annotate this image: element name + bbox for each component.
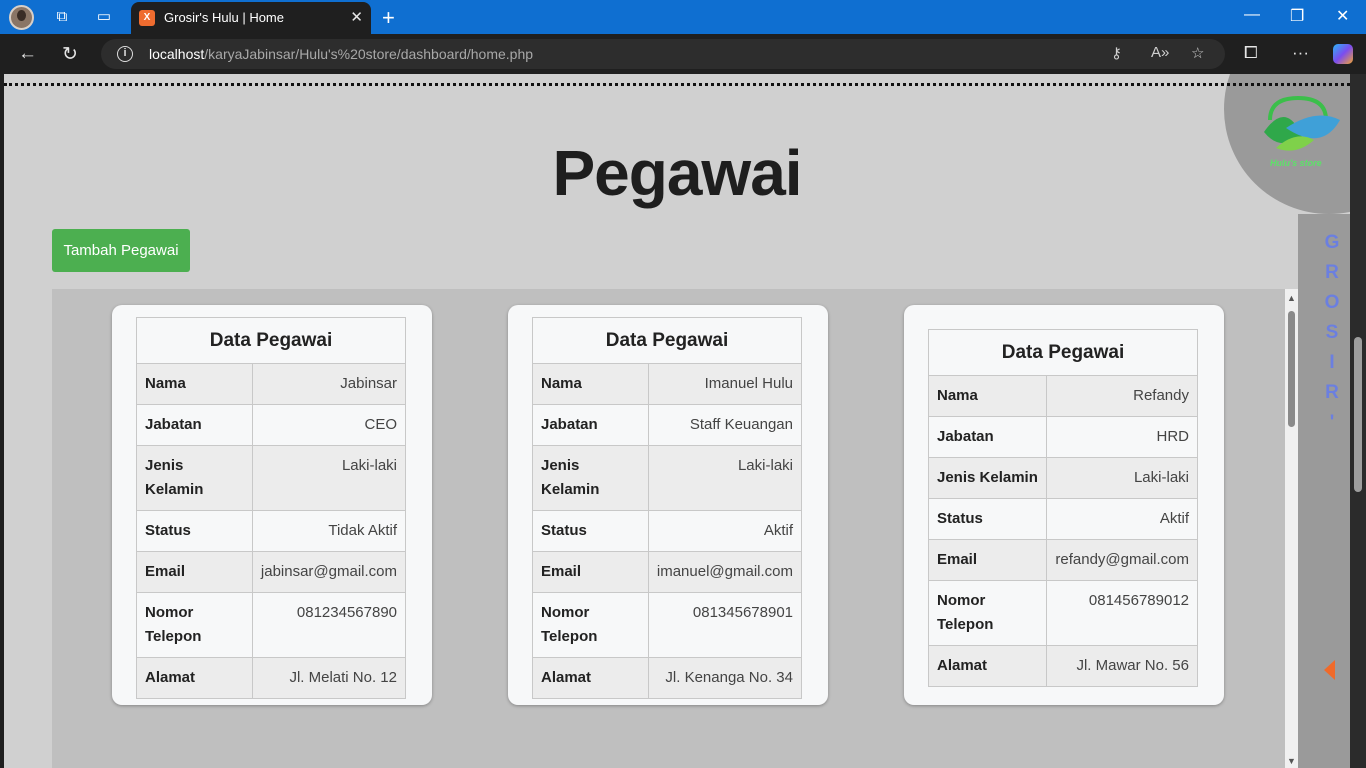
- field-value: Laki-laki: [1046, 457, 1198, 499]
- card-header: Data Pegawai: [928, 329, 1198, 376]
- card-header: Data Pegawai: [532, 317, 802, 364]
- url-text[interactable]: localhost/karyaJabinsar/Hulu's%20store/d…: [149, 46, 533, 62]
- copilot-icon[interactable]: [1333, 44, 1353, 64]
- favorite-star-icon[interactable]: ☆: [1191, 44, 1204, 62]
- workspaces-icon[interactable]: ⧉: [53, 8, 71, 26]
- field-value: Jl. Mawar No. 56: [1046, 645, 1198, 687]
- side-letter: G: [1324, 232, 1340, 253]
- field-value: Jabinsar: [251, 363, 407, 405]
- field-value: CEO: [251, 404, 407, 446]
- field-label: Email: [532, 551, 649, 593]
- field-label: Alamat: [928, 645, 1047, 687]
- address-toolbar: ← ↻ i localhost/karyaJabinsar/Hulu's%20s…: [0, 34, 1366, 74]
- field-value: 081456789012: [1046, 580, 1198, 646]
- field-label: Alamat: [532, 657, 649, 699]
- field-value: Jl. Melati No. 12: [251, 657, 407, 699]
- field-value: jabinsar@gmail.com: [251, 551, 407, 593]
- cards-scroll-thumb[interactable]: [1288, 311, 1295, 427]
- field-label: Jabatan: [928, 416, 1047, 458]
- close-window-icon[interactable]: ✕: [1336, 6, 1349, 26]
- field-label: Nomor Telepon: [532, 592, 649, 658]
- restore-icon[interactable]: ❐: [1290, 6, 1304, 26]
- address-bar[interactable]: i localhost/karyaJabinsar/Hulu's%20store…: [101, 39, 1225, 69]
- page-scroll-thumb[interactable]: [1354, 337, 1362, 492]
- employee-card: Data Pegawai Nama Imanuel Hulu Jabatan Sta…: [508, 305, 828, 705]
- tab-close-icon[interactable]: ✕: [350, 8, 363, 26]
- scroll-up-icon[interactable]: ▲: [1287, 293, 1296, 303]
- field-value: HRD: [1046, 416, 1198, 458]
- field-label: Status: [928, 498, 1047, 540]
- title-bar: ⧉ ▭ X Grosir's Hulu | Home ✕ + — ❐ ✕: [0, 0, 1366, 34]
- field-label: Email: [928, 539, 1047, 581]
- field-value: Tidak Aktif: [251, 510, 407, 552]
- field-value: Imanuel Hulu: [647, 363, 803, 405]
- employee-table: Data Pegawai Nama Refandy Jabatan HRD Jeni…: [928, 329, 1198, 687]
- field-label: Alamat: [136, 657, 253, 699]
- field-label: Jenis Kelamin: [928, 457, 1047, 499]
- page-scrollbar[interactable]: [1350, 74, 1366, 768]
- employee-table: Data Pegawai Nama Imanuel Hulu Jabatan Sta…: [532, 317, 803, 699]
- new-tab-icon[interactable]: +: [382, 5, 395, 31]
- xampp-favicon-icon: X: [139, 10, 155, 26]
- page-title: Pegawai: [552, 137, 802, 209]
- field-label: Nomor Telepon: [136, 592, 253, 658]
- field-label: Status: [532, 510, 649, 552]
- field-value: imanuel@gmail.com: [647, 551, 803, 593]
- field-value: refandy@gmail.com: [1046, 539, 1198, 581]
- side-letter: R: [1325, 382, 1339, 403]
- field-label: Status: [136, 510, 253, 552]
- tab-title: Grosir's Hulu | Home: [164, 10, 284, 25]
- site-info-icon[interactable]: i: [117, 46, 133, 62]
- field-label: Jenis Kelamin: [532, 445, 649, 511]
- side-letter: I: [1329, 352, 1335, 373]
- side-letter: R: [1325, 262, 1339, 283]
- field-label: Jabatan: [532, 404, 649, 446]
- side-letter: ': [1329, 412, 1335, 433]
- extensions-icon[interactable]: ⧠: [1244, 43, 1258, 63]
- side-brand-text: G R O S I R ': [1322, 228, 1342, 438]
- page-viewport: Hulu's store Pegawai Tambah Pegawai Data…: [4, 74, 1350, 768]
- key-icon[interactable]: ⚷: [1111, 44, 1122, 62]
- field-label: Jenis Kelamin: [136, 445, 253, 511]
- field-value: Jl. Kenanga No. 34: [647, 657, 803, 699]
- field-label: Nama: [928, 375, 1047, 417]
- employee-cards-container[interactable]: Data Pegawai Nama Jabinsar Jabatan CEO Jen…: [52, 289, 1298, 768]
- more-menu-icon[interactable]: ···: [1292, 43, 1309, 63]
- field-label: Email: [136, 551, 253, 593]
- dotted-divider: [4, 83, 1350, 86]
- field-value: Aktif: [647, 510, 803, 552]
- tab-actions-icon[interactable]: ▭: [95, 8, 113, 26]
- field-label: Nama: [136, 363, 253, 405]
- profile-avatar[interactable]: [9, 5, 34, 30]
- read-aloud-icon[interactable]: A»: [1151, 44, 1169, 61]
- field-value: Laki-laki: [647, 445, 803, 511]
- side-letter: O: [1324, 292, 1340, 313]
- card-header: Data Pegawai: [136, 317, 406, 364]
- field-label: Nomor Telepon: [928, 580, 1047, 646]
- side-letter: S: [1325, 322, 1339, 343]
- field-value: Aktif: [1046, 498, 1198, 540]
- field-value: 081345678901: [647, 592, 803, 658]
- back-icon[interactable]: ←: [18, 43, 37, 65]
- cards-scrollbar[interactable]: ▲ ▼: [1285, 289, 1298, 768]
- employee-card: Data Pegawai Nama Jabinsar Jabatan CEO Jen…: [112, 305, 432, 705]
- minimize-icon[interactable]: —: [1244, 6, 1260, 24]
- employee-card: Data Pegawai Nama Refandy Jabatan HRD Jeni…: [904, 305, 1224, 705]
- refresh-icon[interactable]: ↻: [62, 43, 78, 66]
- field-label: Nama: [532, 363, 649, 405]
- tab-active[interactable]: X Grosir's Hulu | Home ✕: [131, 2, 371, 34]
- field-value: Staff Keuangan: [647, 404, 803, 446]
- add-employee-button[interactable]: Tambah Pegawai: [52, 229, 190, 272]
- scroll-down-icon[interactable]: ▼: [1287, 756, 1296, 766]
- employee-table: Data Pegawai Nama Jabinsar Jabatan CEO Jen…: [136, 317, 407, 699]
- field-value: Laki-laki: [251, 445, 407, 511]
- sidebar-toggle-arrow-icon[interactable]: [1324, 660, 1335, 680]
- field-label: Jabatan: [136, 404, 253, 446]
- field-value: Refandy: [1046, 375, 1198, 417]
- field-value: 081234567890: [251, 592, 407, 658]
